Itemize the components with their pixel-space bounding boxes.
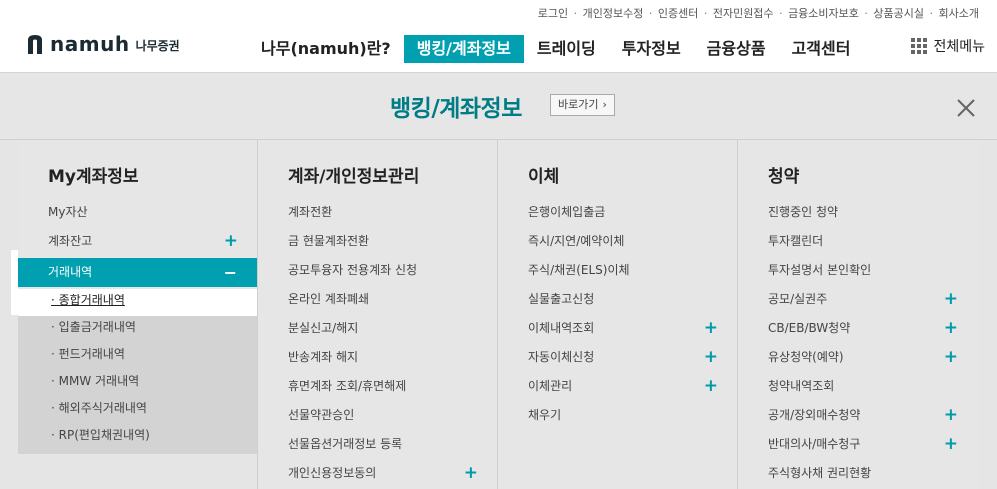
menu-item[interactable]: 청약내역조회 <box>738 374 977 403</box>
column-title: 계좌/개인정보관리 <box>288 167 420 187</box>
menu-item[interactable]: 즉시/지연/예약이체 <box>498 229 737 258</box>
submenu-item-overseas-stock[interactable]: · 해외주식거래내역 <box>18 397 257 424</box>
menu-item[interactable]: 은행이체입출금 <box>498 200 737 229</box>
goto-button[interactable]: 바로가기 › <box>550 94 615 116</box>
plus-icon[interactable]: + <box>944 403 958 427</box>
menu-item[interactable]: 금 현물계좌전환 <box>258 229 497 258</box>
logo-subtext: 나무증권 <box>135 39 180 53</box>
plus-icon[interactable]: + <box>944 432 958 456</box>
utility-link-consumer[interactable]: 금융소비자보호 <box>788 5 859 21</box>
top-header: 로그인 · 개인정보수정 · 인증센터 · 전자민원접수 · 금융소비자보호 ·… <box>0 0 997 72</box>
minus-icon[interactable]: − <box>224 258 237 287</box>
column-transfer: 이체 은행이체입출금 즉시/지연/예약이체 주식/채권(ELS)이체 실물출고신… <box>498 140 738 489</box>
menu-item-my-assets[interactable]: My자산 <box>18 200 257 229</box>
submenu-item-rp[interactable]: · RP(편입채권내역) <box>18 424 257 451</box>
section-band: 뱅킹/계좌정보 바로가기 › <box>0 72 997 140</box>
menu-item[interactable]: 주식형사채 권리현황 <box>738 461 977 489</box>
utility-link-about[interactable]: 회사소개 <box>939 5 979 21</box>
plus-icon[interactable]: + <box>944 345 958 369</box>
menu-item[interactable]: 자동이체신청 + <box>498 345 737 374</box>
menu-item[interactable]: 계좌전환 <box>258 200 497 229</box>
plus-icon[interactable]: + <box>464 461 478 485</box>
main-nav: 나무(namuh)란? 뱅킹/계좌정보 트레이딩 투자정보 금융상품 고객센터 <box>248 34 863 64</box>
menu-item[interactable]: 반대의사/매수청구 + <box>738 432 977 461</box>
plus-icon[interactable]: + <box>944 316 958 340</box>
column-title: My계좌정보 <box>48 167 139 187</box>
submenu-item-deposit-withdrawal[interactable]: · 입출금거래내역 <box>18 316 257 343</box>
menu-item[interactable]: 유상청약(예약) + <box>738 345 977 374</box>
menu-item[interactable]: 분실신고/해지 <box>258 316 497 345</box>
column-title: 청약 <box>768 167 800 187</box>
column-subscription: 청약 진행중인 청약 투자캘린더 투자설명서 본인확인 공모/실권주 + CB/E… <box>738 140 978 489</box>
menu-list: 계좌전환 금 현물계좌전환 공모투융자 전용계좌 신청 온라인 계좌폐쇄 분실신… <box>258 200 497 489</box>
nav-invest-info[interactable]: 투자정보 <box>609 35 694 63</box>
menu-item[interactable]: 공모/실권주 + <box>738 287 977 316</box>
menu-item[interactable]: 이체관리 + <box>498 374 737 403</box>
submenu-item-mmw[interactable]: · MMW 거래내역 <box>18 370 257 397</box>
menu-item[interactable]: 온라인 계좌폐쇄 <box>258 287 497 316</box>
plus-icon[interactable]: + <box>944 287 958 311</box>
menu-item-balance[interactable]: 계좌잔고 + <box>18 229 257 258</box>
utility-link-complaint[interactable]: 전자민원접수 <box>713 5 774 21</box>
menu-item[interactable]: 휴면계좌 조회/휴면해제 <box>258 374 497 403</box>
menu-item[interactable]: 선물약관승인 <box>258 403 497 432</box>
nav-banking[interactable]: 뱅킹/계좌정보 <box>403 35 524 63</box>
menu-item[interactable]: 투자설명서 본인확인 <box>738 258 977 287</box>
menu-list: 진행중인 청약 투자캘린더 투자설명서 본인확인 공모/실권주 + CB/EB/B… <box>738 200 977 489</box>
section-title: 뱅킹/계좌정보 <box>390 96 522 122</box>
utility-link-disclosure[interactable]: 상품공시실 <box>873 5 924 21</box>
menu-item[interactable]: 공모투융자 전용계좌 신청 <box>258 258 497 287</box>
nav-customer[interactable]: 고객센터 <box>779 35 864 63</box>
close-icon[interactable] <box>955 97 977 119</box>
grid-menu-icon <box>911 38 928 54</box>
menu-item[interactable]: 선물옵션거래정보 등록 <box>258 432 497 461</box>
submenu-panel: · 종합거래내역 · 입출금거래내역 · 펀드거래내역 · MMW 거래내역 ·… <box>18 289 257 454</box>
logo[interactable]: namuh 나무증권 <box>26 32 180 56</box>
submenu-item-fund[interactable]: · 펀드거래내역 <box>18 343 257 370</box>
menu-list: My자산 계좌잔고 + 거래내역 − <box>18 200 257 287</box>
goto-label: 바로가기 <box>558 98 599 111</box>
menu-item[interactable]: 이체내역조회 + <box>498 316 737 345</box>
all-menu-label: 전체메뉴 <box>933 39 985 55</box>
plus-icon[interactable]: + <box>704 345 718 369</box>
nav-trading[interactable]: 트레이딩 <box>524 35 609 63</box>
submenu-item-all-transactions[interactable]: · 종합거래내역 <box>18 289 257 316</box>
menu-item[interactable]: 채우기 <box>498 403 737 432</box>
utility-links: 로그인 · 개인정보수정 · 인증센터 · 전자민원접수 · 금융소비자보호 ·… <box>537 5 979 21</box>
plus-icon[interactable]: + <box>704 374 718 398</box>
menu-item[interactable]: 공개/장외매수청약 + <box>738 403 977 432</box>
menu-item[interactable]: CB/EB/BW청약 + <box>738 316 977 345</box>
column-my-account: My계좌정보 My자산 계좌잔고 + 거래내역 − · 종합거래내역 · 입출금거래… <box>18 140 258 489</box>
menu-item[interactable]: 진행중인 청약 <box>738 200 977 229</box>
chevron-right-icon: › <box>602 98 607 111</box>
plus-icon[interactable]: + <box>224 229 238 253</box>
menu-item-transactions[interactable]: 거래내역 − <box>18 258 257 287</box>
logo-mark-icon <box>26 33 44 55</box>
column-title: 이체 <box>528 167 560 187</box>
nav-about[interactable]: 나무(namuh)란? <box>248 35 404 63</box>
plus-icon[interactable]: + <box>704 316 718 340</box>
menu-item[interactable]: 실물출고신청 <box>498 287 737 316</box>
menu-item[interactable]: 반송계좌 해지 <box>258 345 497 374</box>
logo-text: namuh <box>50 32 130 56</box>
menu-list: 은행이체입출금 즉시/지연/예약이체 주식/채권(ELS)이체 실물출고신청 이… <box>498 200 737 432</box>
menu-item[interactable]: 개인신용정보동의 + <box>258 461 497 489</box>
utility-link-cert[interactable]: 인증센터 <box>658 5 698 21</box>
menu-item[interactable]: 주식/채권(ELS)이체 <box>498 258 737 287</box>
utility-link-login[interactable]: 로그인 <box>538 5 568 21</box>
mega-menu-columns: My계좌정보 My자산 계좌잔고 + 거래내역 − · 종합거래내역 · 입출금거래… <box>18 140 978 489</box>
submenu-list: · 종합거래내역 · 입출금거래내역 · 펀드거래내역 · MMW 거래내역 ·… <box>18 289 257 451</box>
column-account-management: 계좌/개인정보관리 계좌전환 금 현물계좌전환 공모투융자 전용계좌 신청 온라… <box>258 140 498 489</box>
nav-products[interactable]: 금융상품 <box>694 35 779 63</box>
all-menu-button[interactable]: 전체메뉴 <box>911 36 985 56</box>
utility-link-profile[interactable]: 개인정보수정 <box>583 5 644 21</box>
menu-item[interactable]: 투자캘린더 <box>738 229 977 258</box>
